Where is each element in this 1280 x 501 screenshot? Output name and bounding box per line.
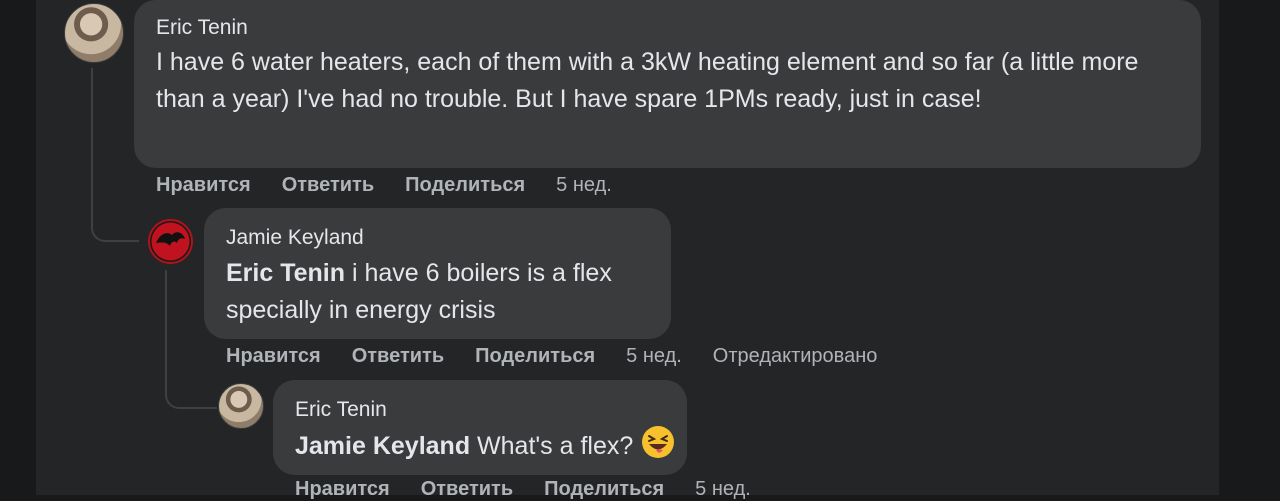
comment-actions-1: Нравится Ответить Поделиться 5 нед.: [156, 174, 643, 197]
grinning-squinting-tongue-emoji-icon: [641, 425, 675, 470]
timestamp[interactable]: 5 нед.: [695, 478, 751, 501]
reply-button[interactable]: Ответить: [352, 345, 444, 368]
comment-author[interactable]: Eric Tenin: [295, 398, 387, 422]
avatar-jamie-keyland[interactable]: [148, 219, 193, 264]
mention-link[interactable]: Jamie Keyland: [295, 432, 470, 460]
share-button[interactable]: Поделиться: [405, 174, 525, 197]
comment-text: Jamie Keyland What's a flex?: [295, 425, 685, 470]
share-button[interactable]: Поделиться: [544, 478, 664, 501]
like-button[interactable]: Нравится: [295, 478, 390, 501]
comment-actions-2: Нравится Ответить Поделиться 5 нед. Отре…: [226, 345, 908, 368]
thundercats-logo-icon: [151, 222, 190, 261]
edited-label[interactable]: Отредактировано: [713, 345, 878, 368]
avatar-eric-tenin[interactable]: [218, 383, 264, 429]
comments-panel: Eric Tenin I have 6 water heaters, each …: [36, 0, 1219, 500]
timestamp[interactable]: 5 нед.: [556, 174, 612, 197]
reply-button[interactable]: Ответить: [421, 478, 513, 501]
comment-bubble-3: Eric Tenin Jamie Keyland What's a flex?: [273, 380, 687, 475]
reply-button[interactable]: Ответить: [282, 174, 374, 197]
comment-text: Eric Tenin i have 6 boilers is a flex sp…: [226, 255, 656, 329]
mention-link[interactable]: Eric Tenin: [226, 259, 345, 287]
comment-author[interactable]: Eric Tenin: [156, 16, 248, 40]
share-button[interactable]: Поделиться: [475, 345, 595, 368]
comment-bubble-2: Jamie Keyland Eric Tenin i have 6 boiler…: [204, 208, 671, 339]
like-button[interactable]: Нравится: [156, 174, 251, 197]
comment-actions-3: Нравится Ответить Поделиться 5 нед.: [295, 478, 782, 501]
comment-author[interactable]: Jamie Keyland: [226, 226, 364, 250]
comment-text: I have 6 water heaters, each of them wit…: [156, 48, 1139, 113]
comment-body: What's a flex?: [470, 432, 634, 461]
like-button[interactable]: Нравится: [226, 345, 321, 368]
timestamp[interactable]: 5 нед.: [626, 345, 682, 368]
avatar-eric-tenin[interactable]: [64, 3, 124, 63]
thread-connector-1: [91, 68, 139, 242]
comment-bubble-1: Eric Tenin I have 6 water heaters, each …: [134, 0, 1201, 168]
